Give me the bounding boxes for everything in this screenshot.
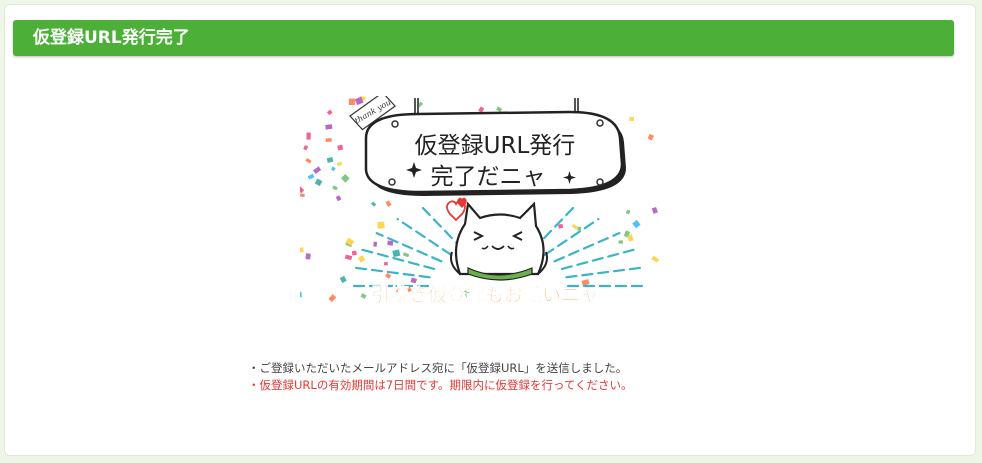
- confetti-piece: [392, 249, 401, 258]
- confetti-piece: [625, 209, 631, 215]
- confetti-piece: [351, 250, 357, 256]
- confetti-piece: [632, 219, 641, 229]
- confetti-piece: [303, 145, 309, 151]
- confetti-piece: [357, 255, 366, 263]
- confetti-piece: [340, 174, 350, 183]
- confetti-piece: [360, 293, 367, 299]
- confetti-piece: [385, 200, 392, 207]
- confetti-piece: [328, 294, 337, 303]
- confetti-piece: [307, 173, 315, 180]
- confetti-piece: [332, 185, 338, 191]
- confetti-piece: [335, 195, 342, 202]
- confetti-piece: [387, 240, 394, 246]
- notice-sent: ・ご登録いただいたメールアドレス宛に「仮登録URL」を送信しました。: [248, 361, 628, 375]
- burst-line: [565, 266, 646, 279]
- confetti-piece: [305, 253, 311, 260]
- confetti-piece: [344, 254, 353, 261]
- confetti-piece: [629, 116, 635, 122]
- page-title: 仮登録URL発行完了: [33, 28, 190, 48]
- confetti-piece: [300, 186, 305, 194]
- confetti-piece: [377, 221, 385, 229]
- confetti-piece: [312, 166, 322, 174]
- confetti-piece: [348, 98, 355, 106]
- confetti-piece: [402, 252, 410, 258]
- confetti-piece: [651, 255, 660, 263]
- confetti-piece: [326, 157, 334, 163]
- sign-board: 仮登録URL発行 完了だニャ: [364, 110, 626, 196]
- confetti-piece: [385, 272, 392, 279]
- cat-character: [446, 197, 548, 281]
- confetti-piece: [305, 157, 312, 164]
- confetti-piece: [314, 178, 323, 187]
- confetti-piece: [300, 247, 304, 253]
- confetti-piece: [647, 133, 655, 141]
- confetti-piece: [339, 275, 347, 284]
- notice-expiry-warning: ・仮登録URLの有効期間は7日間です。期限内に仮登録を行ってください。: [248, 378, 633, 392]
- sign-line-2: 完了だニャ: [431, 164, 546, 190]
- burst-line: [543, 218, 600, 256]
- burst-line: [396, 218, 453, 256]
- confetti-piece: [571, 224, 578, 230]
- confetti-piece: [558, 223, 564, 229]
- confetti-piece: [337, 144, 344, 151]
- notice-list: ・ご登録いただいたメールアドレス宛に「仮登録URL」を送信しました。 ・仮登録U…: [248, 360, 768, 394]
- confetti-piece: [577, 226, 582, 231]
- confetti-piece: [300, 291, 302, 298]
- confetti-piece: [306, 132, 311, 140]
- confetti-piece: [373, 241, 378, 247]
- confetti-piece: [496, 106, 503, 112]
- confetti-piece: [371, 201, 377, 207]
- confetti-piece: [478, 106, 485, 113]
- sign-line-1: 仮登録URL発行: [415, 133, 576, 159]
- confetti-piece: [300, 193, 305, 198]
- confetti-piece: [325, 124, 333, 130]
- completion-illustration: 仮登録URL発行 完了だニャ thank you 引続き仮登録もお願いニャ: [300, 96, 660, 306]
- confetti-piece: [325, 138, 332, 143]
- confetti-piece: [384, 262, 388, 266]
- confetti-piece: [330, 166, 336, 172]
- confetti-piece: [336, 161, 343, 167]
- confetti-piece: [326, 109, 333, 116]
- confetti-piece: [618, 240, 624, 244]
- page-header: 仮登録URL発行完了: [13, 20, 954, 56]
- confetti-piece: [651, 206, 658, 214]
- illustration-footer-text: 引続き仮登録もお願いニャ: [371, 283, 599, 306]
- confetti-piece: [410, 277, 417, 284]
